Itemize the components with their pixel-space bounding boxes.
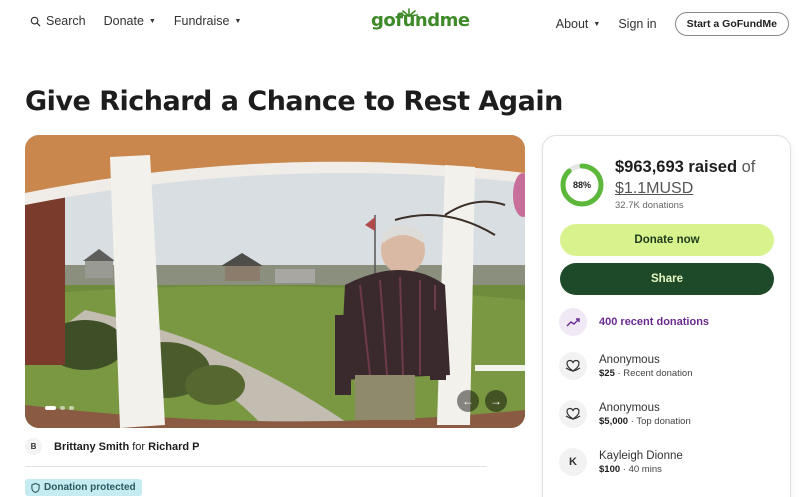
slide-dot-active[interactable]	[45, 406, 56, 410]
donation-details: Anonymous $5,000 · Top donation	[599, 402, 691, 427]
organizer-name[interactable]: Brittany Smith	[54, 441, 129, 453]
donation-item: Anonymous $5,000 · Top donation	[559, 400, 691, 428]
hero-photo	[25, 135, 525, 428]
shield-icon	[31, 482, 40, 493]
donation-amount: $100	[599, 463, 621, 475]
caret-down-icon: ▼	[234, 18, 242, 25]
share-button[interactable]: Share	[560, 263, 774, 295]
recent-donations-link[interactable]: 400 recent donations	[559, 308, 709, 336]
progress-percent: 88%	[572, 180, 591, 190]
top-nav: Search Donate ▼ Fundraise ▼ gofundme Abo…	[0, 0, 799, 46]
donation-card: 88% $963,693 raised of $1.1MUSD 32.7K do…	[542, 135, 791, 497]
caret-down-icon: ▼	[593, 21, 601, 28]
logo-sun-icon	[399, 8, 419, 17]
goal-amount: $1.1MUSD	[615, 180, 694, 197]
fundraise-menu[interactable]: Fundraise ▼	[174, 14, 242, 28]
slide-dot[interactable]	[69, 406, 74, 410]
next-slide-button[interactable]: →	[485, 390, 507, 412]
nav-left: Search Donate ▼ Fundraise ▼	[30, 14, 241, 28]
donor-name: Anonymous	[599, 353, 660, 366]
donation-meta: $5,000 · Top donation	[599, 416, 691, 427]
donate-menu[interactable]: Donate ▼	[104, 14, 156, 28]
donation-meta: $25 · Recent donation	[599, 368, 693, 379]
about-menu-label: About	[555, 17, 589, 31]
signin-link[interactable]: Sign in	[618, 17, 656, 31]
caret-down-icon: ▼	[148, 18, 156, 25]
about-menu[interactable]: About ▼	[556, 17, 601, 31]
donation-protected-badge[interactable]: Donation protected	[25, 479, 142, 496]
recent-donations-label: 400 recent donations	[599, 316, 710, 328]
raised-line: $963,693 raised of	[615, 158, 755, 177]
campaign-title: Give Richard a Chance to Rest Again	[25, 86, 563, 117]
donation-item: Anonymous $25 · Recent donation	[559, 352, 693, 380]
donation-amount: $5,000	[599, 415, 629, 427]
arrow-left-icon: ←	[462, 394, 474, 408]
slide-indicators	[45, 406, 74, 410]
logo-text: gofundme	[371, 10, 470, 31]
divider	[25, 466, 487, 467]
raised-of: of	[741, 158, 756, 176]
search-button[interactable]: Search	[30, 14, 86, 28]
donation-note: · Recent donation	[614, 367, 693, 379]
donation-count: 32.7K donations	[615, 200, 684, 211]
donor-name: Anonymous	[599, 401, 660, 414]
nav-right: About ▼ Sign in Start a GoFundMe	[556, 12, 789, 36]
start-gofundme-button[interactable]: Start a GoFundMe	[674, 12, 789, 36]
donation-note: · Top donation	[628, 415, 691, 427]
heart-hands-icon	[559, 400, 587, 428]
donation-details: Kayleigh Dionne $100 · 40 mins	[599, 450, 683, 475]
organizer-for: for	[132, 440, 146, 453]
donor-name: Kayleigh Dionne	[599, 449, 683, 462]
fundraise-menu-label: Fundraise	[173, 14, 230, 28]
organizer-line: B Brittany Smith for Richard P	[25, 438, 200, 455]
donation-meta: $100 · 40 mins	[599, 464, 683, 475]
slide-dot[interactable]	[60, 406, 65, 410]
organizer-avatar: B	[25, 438, 42, 455]
donation-protected-label: Donation protected	[44, 482, 136, 493]
beneficiary-name[interactable]: Richard P	[148, 441, 199, 453]
donation-note: · 40 mins	[620, 463, 662, 475]
donate-menu-label: Donate	[103, 14, 144, 28]
donor-avatar: K	[559, 448, 587, 476]
trending-up-icon	[559, 308, 587, 336]
organizer-text: Brittany Smith for Richard P	[54, 441, 200, 453]
raised-amount: $963,693 raised	[615, 158, 738, 176]
donation-item: K Kayleigh Dionne $100 · 40 mins	[559, 448, 683, 476]
campaign-hero-image[interactable]: ← →	[25, 135, 525, 428]
donation-details: Anonymous $25 · Recent donation	[599, 354, 693, 379]
heart-hands-icon	[559, 352, 587, 380]
search-icon	[30, 16, 41, 27]
donation-amount: $25	[599, 367, 615, 379]
donate-now-button[interactable]: Donate now	[560, 224, 774, 256]
previous-slide-button[interactable]: ←	[457, 390, 479, 412]
gofundme-logo[interactable]: gofundme	[371, 8, 470, 31]
arrow-right-icon: →	[490, 394, 502, 408]
search-label: Search	[46, 14, 86, 28]
